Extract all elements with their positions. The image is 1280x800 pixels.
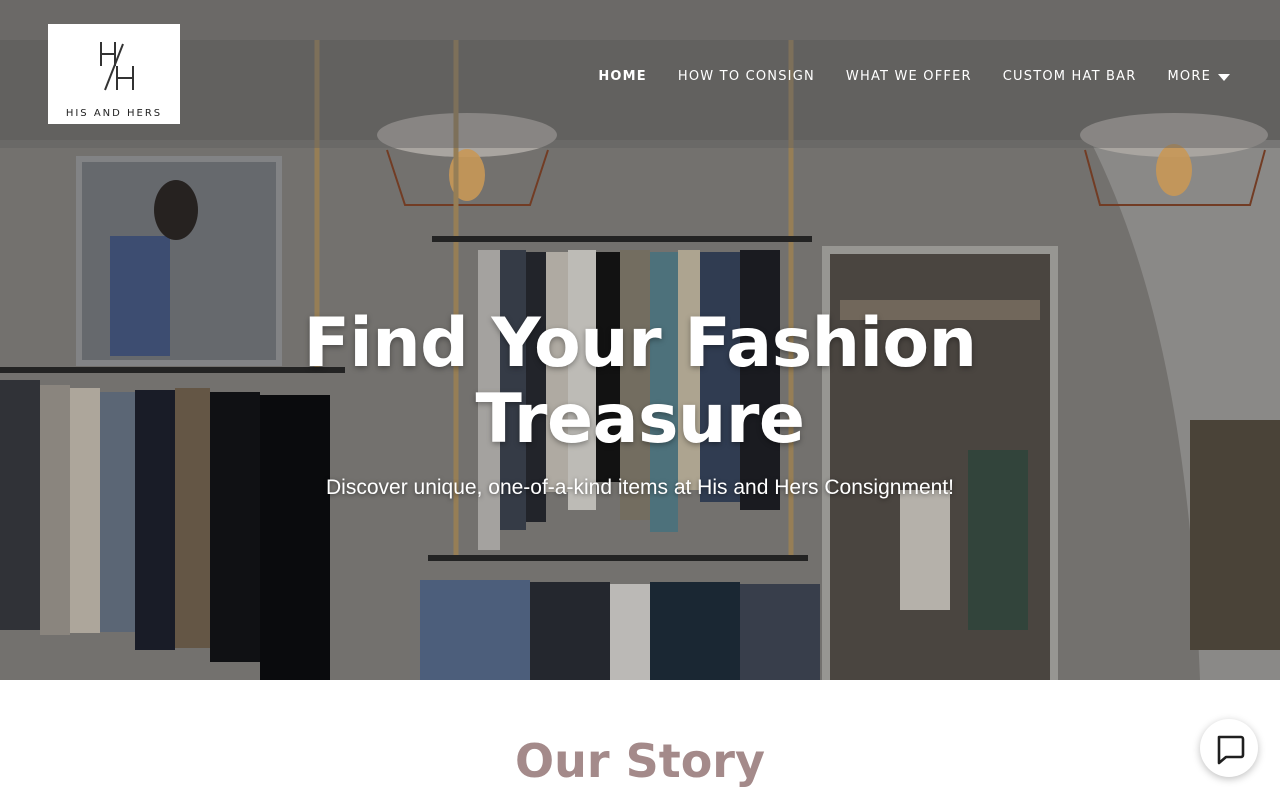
- nav-item-custom-hat-bar[interactable]: CUSTOM HAT BAR: [1003, 68, 1137, 86]
- nav-item-what-we-offer[interactable]: WHAT WE OFFER: [846, 68, 972, 86]
- nav-item-home[interactable]: HOME: [598, 68, 647, 86]
- nav-item-label: HOME: [598, 69, 647, 84]
- nav-item-label: WHAT WE OFFER: [845, 69, 972, 84]
- caret-down-icon: [1218, 73, 1230, 81]
- nav-item-more[interactable]: MORE: [1167, 68, 1230, 86]
- chat-icon: [1217, 735, 1245, 765]
- logo-text: HIS AND HERS: [65, 108, 163, 119]
- nav-item-how-to-consign[interactable]: HOW TO CONSIGN: [678, 68, 815, 86]
- section-heading-our-story: Our Story: [515, 734, 765, 788]
- main-nav: HOME HOW TO CONSIGN WHAT WE OFFER CUSTOM…: [567, 68, 1230, 86]
- hh-monogram-icon: [100, 42, 134, 91]
- hero-subtitle: Discover unique, one-of-a-kind items at …: [326, 476, 954, 499]
- nav-item-label: HOW TO CONSIGN: [677, 69, 815, 84]
- site-logo[interactable]: HIS AND HERS: [48, 24, 180, 124]
- nav-item-label: CUSTOM HAT BAR: [1002, 69, 1137, 84]
- hero-title: Find Your Fashion Treasure: [303, 304, 977, 459]
- site-header: HIS AND HERS HOME HOW TO CONSIGN WHAT WE…: [0, 0, 1280, 148]
- chat-button[interactable]: [1200, 719, 1258, 777]
- nav-item-label: MORE: [1167, 69, 1211, 84]
